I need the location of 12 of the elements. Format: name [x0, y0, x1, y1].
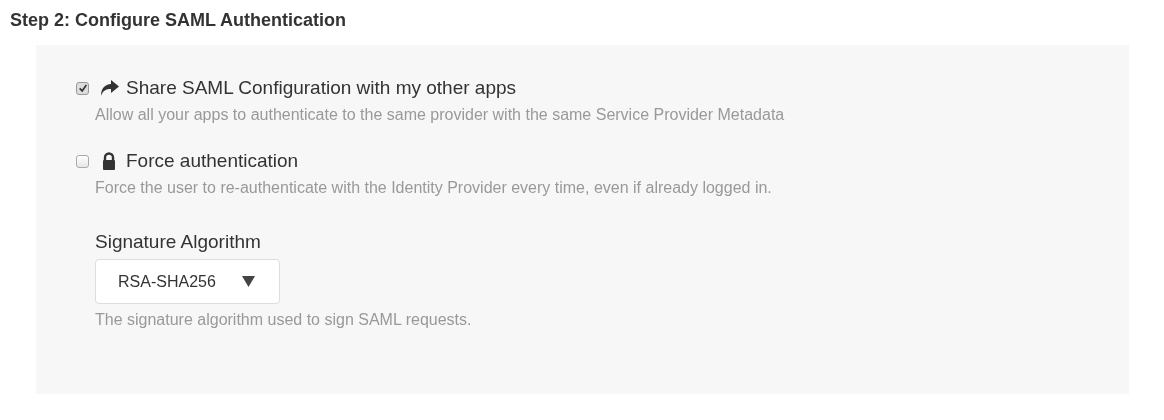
option-label: Force authentication — [126, 149, 299, 173]
option-label: Share SAML Configuration with my other apps — [126, 76, 517, 100]
checkbox[interactable] — [76, 154, 89, 168]
checkbox[interactable] — [76, 81, 89, 95]
option-description: Allow all your apps to authenticate to the same provider with the same Service Provider Metadata — [95, 105, 786, 125]
algorithm-dropdown[interactable]: RSA-SHA256 — [95, 259, 280, 304]
share-arrow-icon — [99, 79, 119, 97]
help-text: The signature algorithm used to sign SAML requests. — [95, 310, 473, 330]
caret-icon — [241, 275, 255, 288]
field-label: Signature Algorithm — [95, 230, 262, 254]
option-description: Force the user to re-authenticate with the Identity Provider every time, even if already logged in. — [95, 178, 773, 198]
section-heading: Step 2: Configure SAML Authentication — [10, 9, 347, 32]
